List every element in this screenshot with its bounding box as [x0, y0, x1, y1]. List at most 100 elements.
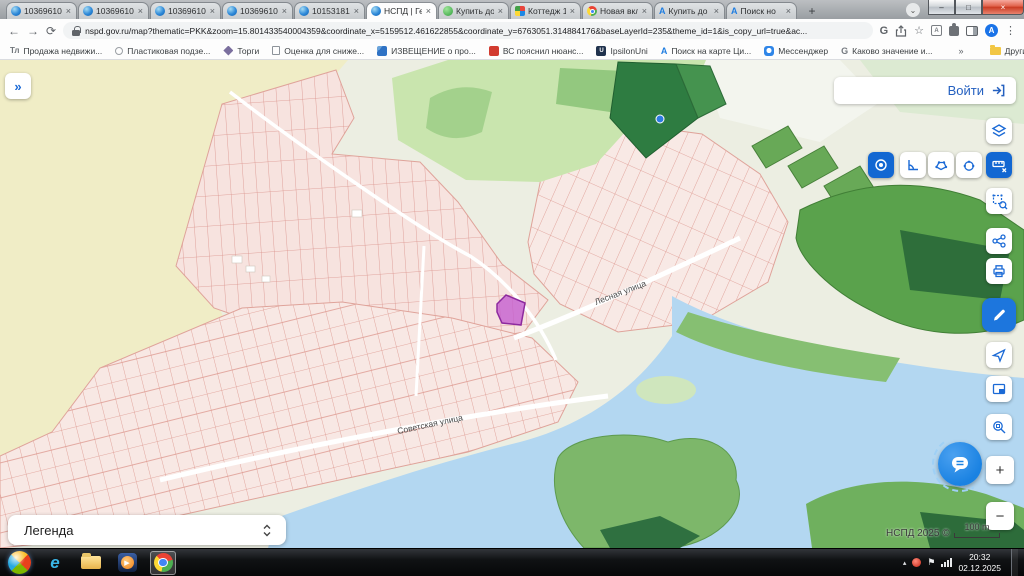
globe-favicon: [227, 6, 237, 16]
bookmark-item[interactable]: UIpsilonUni: [596, 46, 647, 56]
center-marker-button[interactable]: [868, 152, 894, 178]
tab-close-icon[interactable]: ×: [785, 6, 792, 16]
browser-tab[interactable]: AПоиск но×: [726, 2, 797, 19]
globe-favicon: [155, 6, 165, 16]
tab-close-icon[interactable]: ×: [281, 6, 288, 16]
browser-tab[interactable]: Новая вкл×: [582, 2, 653, 19]
window-controls: – □ ×: [928, 0, 1024, 15]
share-icon[interactable]: [895, 25, 907, 37]
taskbar-ie[interactable]: e: [42, 551, 68, 575]
profile-avatar[interactable]: A: [985, 24, 998, 37]
bookmark-item[interactable]: GКаково значение и...: [841, 46, 932, 56]
taskbar-clock[interactable]: 20:32 02.12.2025: [958, 552, 1001, 573]
legend-panel[interactable]: Легенда: [8, 515, 286, 545]
draw-on-map-button[interactable]: [982, 298, 1016, 332]
print-button[interactable]: [986, 258, 1012, 284]
tab-close-icon[interactable]: ×: [137, 6, 144, 16]
locate-me-button[interactable]: [986, 342, 1012, 368]
share-button[interactable]: [986, 228, 1012, 254]
sidebar-expand-button[interactable]: »: [5, 73, 31, 99]
search-area-button[interactable]: [986, 414, 1012, 440]
map-viewport[interactable]: Лесная улица Советская улица » Войти: [0, 60, 1024, 548]
tab-close-icon[interactable]: ×: [353, 6, 360, 16]
map-canvas[interactable]: Лесная улица Советская улица: [0, 60, 1024, 548]
browser-tab[interactable]: AКупить до×: [654, 2, 725, 19]
taskbar-media-player[interactable]: ▶: [114, 551, 140, 575]
bookmark-item[interactable]: Мессенджер: [764, 46, 828, 56]
ie-icon: e: [50, 554, 59, 571]
media-player-icon: ▶: [118, 553, 137, 572]
bookmark-item[interactable]: ИЗВЕЩЕНИЕ о про...: [377, 46, 476, 56]
area-measure-button[interactable]: [928, 152, 954, 178]
browser-tab[interactable]: 10369610×: [6, 2, 77, 19]
url-text: nspd.gov.ru/map?thematic=PKK&zoom=15.801…: [85, 26, 807, 36]
bookmark-item[interactable]: Пластиковая подзе...: [115, 46, 210, 56]
login-button[interactable]: Войти: [948, 83, 984, 98]
taskbar-explorer[interactable]: [78, 551, 104, 575]
minimize-button[interactable]: –: [928, 0, 955, 15]
bookmark-item[interactable]: Оценка для сниже...: [272, 46, 364, 56]
browser-tab-active[interactable]: НСПД | Гео×: [366, 2, 437, 19]
chat-fab-button[interactable]: [938, 442, 982, 486]
tab-close-icon[interactable]: ×: [425, 6, 432, 16]
angle-measure-button[interactable]: [900, 152, 926, 178]
angle-icon: [905, 157, 921, 173]
scale-control: 100 m: [952, 522, 1002, 538]
tab-search-button[interactable]: ⌄: [906, 3, 920, 17]
tab-close-icon[interactable]: ×: [209, 6, 216, 16]
new-tab-button[interactable]: +: [802, 3, 822, 18]
tab-strip: 10369610× 10369610× 10369610× 10369610× …: [0, 0, 1024, 19]
zoom-in-button[interactable]: +: [986, 456, 1014, 484]
browser-tab[interactable]: 10369610×: [78, 2, 149, 19]
radius-measure-button[interactable]: [956, 152, 982, 178]
close-button[interactable]: ×: [982, 0, 1024, 15]
clock-time: 20:32: [958, 552, 1001, 563]
tab-close-icon[interactable]: ×: [713, 6, 720, 16]
lock-icon: [72, 26, 80, 36]
start-button[interactable]: [6, 551, 32, 575]
overview-map-button[interactable]: [986, 376, 1012, 402]
bookmark-item[interactable]: AПоиск на карте Ци...: [661, 46, 751, 56]
action-center-flag-icon[interactable]: ⚑: [927, 557, 935, 568]
browser-tab[interactable]: 10153181×: [294, 2, 365, 19]
location-arrow-icon: [991, 347, 1007, 363]
tray-alert-icon[interactable]: [912, 558, 921, 567]
tab-close-icon[interactable]: ×: [65, 6, 72, 16]
windows-taskbar: e ▶ ▴ ⚑ 20:32 02.12.2025: [0, 548, 1024, 576]
browser-tab[interactable]: Коттедж 1×: [510, 2, 581, 19]
hidden-icons-chevron[interactable]: ▴: [903, 559, 907, 567]
side-panel-icon[interactable]: [966, 26, 978, 36]
address-bar[interactable]: nspd.gov.ru/map?thematic=PKK&zoom=15.801…: [63, 22, 873, 39]
show-desktop-button[interactable]: [1011, 549, 1018, 576]
chrome-favicon: [587, 6, 597, 16]
google-icon[interactable]: G: [880, 25, 889, 37]
measure-off-button[interactable]: [986, 152, 1012, 178]
bookmarks-overflow-chevron[interactable]: »: [959, 46, 964, 56]
network-icon[interactable]: [941, 558, 952, 567]
bookmark-favicon: Тл: [10, 46, 19, 56]
other-bookmarks-button[interactable]: Другие закладки: [990, 46, 1024, 56]
chrome-menu-icon[interactable]: ⋮: [1005, 24, 1016, 37]
browser-tab[interactable]: Купить до×: [438, 2, 509, 19]
bookmark-item[interactable]: ТлПродажа недвижи...: [10, 46, 102, 56]
maximize-button[interactable]: □: [955, 0, 982, 15]
tab-close-icon[interactable]: ×: [497, 6, 504, 16]
clock-date: 02.12.2025: [958, 563, 1001, 574]
bookmark-item[interactable]: Торги: [223, 46, 259, 56]
tab-close-icon[interactable]: ×: [569, 6, 576, 16]
bookmark-star-icon[interactable]: ☆: [914, 24, 924, 37]
layers-button[interactable]: [986, 118, 1012, 144]
collapse-chevrons-icon[interactable]: [262, 523, 272, 538]
extension-icon[interactable]: A: [931, 25, 942, 36]
taskbar-chrome[interactable]: [150, 551, 176, 575]
back-button[interactable]: ←: [8, 24, 20, 38]
forward-button[interactable]: →: [27, 24, 39, 38]
browser-tab[interactable]: 10369610×: [222, 2, 293, 19]
bookmark-item[interactable]: ВС пояснил нюанс...: [489, 46, 584, 56]
tab-close-icon[interactable]: ×: [641, 6, 648, 16]
reload-button[interactable]: ⟳: [46, 24, 56, 38]
extensions-puzzle-icon[interactable]: [949, 26, 959, 36]
browser-tab[interactable]: 10369610×: [150, 2, 221, 19]
polygon-search-button[interactable]: [986, 188, 1012, 214]
map-point-marker[interactable]: [656, 115, 664, 123]
